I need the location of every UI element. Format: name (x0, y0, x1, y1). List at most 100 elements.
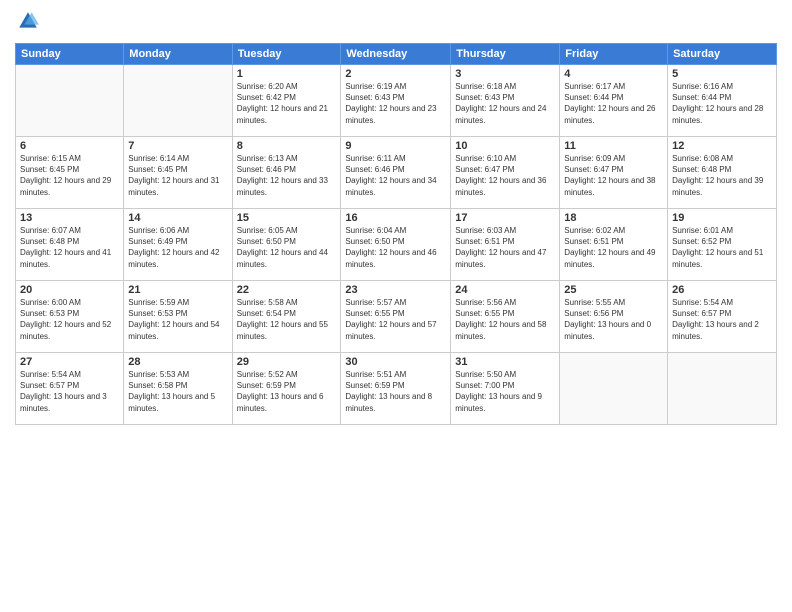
day-info: Sunrise: 6:04 AMSunset: 6:50 PMDaylight:… (345, 225, 446, 270)
calendar-cell: 21Sunrise: 5:59 AMSunset: 6:53 PMDayligh… (124, 281, 232, 353)
calendar-cell: 2Sunrise: 6:19 AMSunset: 6:43 PMDaylight… (341, 65, 451, 137)
day-info: Sunrise: 5:57 AMSunset: 6:55 PMDaylight:… (345, 297, 446, 342)
day-info: Sunrise: 5:59 AMSunset: 6:53 PMDaylight:… (128, 297, 227, 342)
day-info: Sunrise: 5:52 AMSunset: 6:59 PMDaylight:… (237, 369, 337, 414)
calendar-cell: 26Sunrise: 5:54 AMSunset: 6:57 PMDayligh… (668, 281, 777, 353)
day-info: Sunrise: 6:05 AMSunset: 6:50 PMDaylight:… (237, 225, 337, 270)
calendar-cell: 18Sunrise: 6:02 AMSunset: 6:51 PMDayligh… (560, 209, 668, 281)
calendar-cell: 16Sunrise: 6:04 AMSunset: 6:50 PMDayligh… (341, 209, 451, 281)
day-info: Sunrise: 5:58 AMSunset: 6:54 PMDaylight:… (237, 297, 337, 342)
day-number: 9 (345, 140, 446, 152)
calendar-cell: 29Sunrise: 5:52 AMSunset: 6:59 PMDayligh… (232, 353, 341, 425)
day-number: 12 (672, 140, 772, 152)
day-info: Sunrise: 5:50 AMSunset: 7:00 PMDaylight:… (455, 369, 555, 414)
day-info: Sunrise: 5:56 AMSunset: 6:55 PMDaylight:… (455, 297, 555, 342)
day-number: 29 (237, 356, 337, 368)
day-info: Sunrise: 6:13 AMSunset: 6:46 PMDaylight:… (237, 153, 337, 198)
calendar-table: SundayMondayTuesdayWednesdayThursdayFrid… (15, 43, 777, 425)
day-info: Sunrise: 6:08 AMSunset: 6:48 PMDaylight:… (672, 153, 772, 198)
calendar-cell (16, 65, 124, 137)
day-info: Sunrise: 6:14 AMSunset: 6:45 PMDaylight:… (128, 153, 227, 198)
day-number: 7 (128, 140, 227, 152)
calendar-cell: 23Sunrise: 5:57 AMSunset: 6:55 PMDayligh… (341, 281, 451, 353)
calendar-cell: 8Sunrise: 6:13 AMSunset: 6:46 PMDaylight… (232, 137, 341, 209)
calendar-week-row: 27Sunrise: 5:54 AMSunset: 6:57 PMDayligh… (16, 353, 777, 425)
weekday-header: Sunday (16, 44, 124, 65)
calendar-cell: 15Sunrise: 6:05 AMSunset: 6:50 PMDayligh… (232, 209, 341, 281)
day-number: 1 (237, 68, 337, 80)
page-header (15, 10, 777, 37)
calendar-cell: 31Sunrise: 5:50 AMSunset: 7:00 PMDayligh… (451, 353, 560, 425)
day-number: 19 (672, 212, 772, 224)
calendar-cell: 19Sunrise: 6:01 AMSunset: 6:52 PMDayligh… (668, 209, 777, 281)
calendar-cell: 11Sunrise: 6:09 AMSunset: 6:47 PMDayligh… (560, 137, 668, 209)
calendar-cell: 20Sunrise: 6:00 AMSunset: 6:53 PMDayligh… (16, 281, 124, 353)
day-info: Sunrise: 6:02 AMSunset: 6:51 PMDaylight:… (564, 225, 663, 270)
day-info: Sunrise: 5:54 AMSunset: 6:57 PMDaylight:… (672, 297, 772, 342)
day-number: 31 (455, 356, 555, 368)
day-number: 2 (345, 68, 446, 80)
weekday-header: Monday (124, 44, 232, 65)
calendar-cell: 17Sunrise: 6:03 AMSunset: 6:51 PMDayligh… (451, 209, 560, 281)
calendar-cell: 28Sunrise: 5:53 AMSunset: 6:58 PMDayligh… (124, 353, 232, 425)
weekday-header: Friday (560, 44, 668, 65)
calendar-cell: 12Sunrise: 6:08 AMSunset: 6:48 PMDayligh… (668, 137, 777, 209)
day-info: Sunrise: 5:54 AMSunset: 6:57 PMDaylight:… (20, 369, 119, 414)
calendar-cell (560, 353, 668, 425)
calendar-cell: 22Sunrise: 5:58 AMSunset: 6:54 PMDayligh… (232, 281, 341, 353)
day-number: 5 (672, 68, 772, 80)
calendar-week-row: 6Sunrise: 6:15 AMSunset: 6:45 PMDaylight… (16, 137, 777, 209)
day-number: 4 (564, 68, 663, 80)
day-number: 21 (128, 284, 227, 296)
calendar-cell: 10Sunrise: 6:10 AMSunset: 6:47 PMDayligh… (451, 137, 560, 209)
calendar-cell: 30Sunrise: 5:51 AMSunset: 6:59 PMDayligh… (341, 353, 451, 425)
day-number: 30 (345, 356, 446, 368)
calendar-cell: 4Sunrise: 6:17 AMSunset: 6:44 PMDaylight… (560, 65, 668, 137)
calendar-week-row: 1Sunrise: 6:20 AMSunset: 6:42 PMDaylight… (16, 65, 777, 137)
calendar-cell: 14Sunrise: 6:06 AMSunset: 6:49 PMDayligh… (124, 209, 232, 281)
day-number: 3 (455, 68, 555, 80)
day-info: Sunrise: 6:07 AMSunset: 6:48 PMDaylight:… (20, 225, 119, 270)
calendar-cell: 6Sunrise: 6:15 AMSunset: 6:45 PMDaylight… (16, 137, 124, 209)
calendar-cell (124, 65, 232, 137)
day-info: Sunrise: 6:03 AMSunset: 6:51 PMDaylight:… (455, 225, 555, 270)
calendar-cell: 5Sunrise: 6:16 AMSunset: 6:44 PMDaylight… (668, 65, 777, 137)
calendar-cell: 3Sunrise: 6:18 AMSunset: 6:43 PMDaylight… (451, 65, 560, 137)
day-number: 15 (237, 212, 337, 224)
calendar-cell: 25Sunrise: 5:55 AMSunset: 6:56 PMDayligh… (560, 281, 668, 353)
day-info: Sunrise: 6:16 AMSunset: 6:44 PMDaylight:… (672, 81, 772, 126)
weekday-header: Thursday (451, 44, 560, 65)
day-number: 20 (20, 284, 119, 296)
day-number: 14 (128, 212, 227, 224)
calendar-cell: 7Sunrise: 6:14 AMSunset: 6:45 PMDaylight… (124, 137, 232, 209)
day-number: 25 (564, 284, 663, 296)
calendar-cell: 24Sunrise: 5:56 AMSunset: 6:55 PMDayligh… (451, 281, 560, 353)
day-info: Sunrise: 6:20 AMSunset: 6:42 PMDaylight:… (237, 81, 337, 126)
day-number: 24 (455, 284, 555, 296)
logo (15, 10, 39, 37)
day-info: Sunrise: 6:10 AMSunset: 6:47 PMDaylight:… (455, 153, 555, 198)
calendar-cell (668, 353, 777, 425)
day-info: Sunrise: 6:01 AMSunset: 6:52 PMDaylight:… (672, 225, 772, 270)
calendar-week-row: 20Sunrise: 6:00 AMSunset: 6:53 PMDayligh… (16, 281, 777, 353)
day-number: 18 (564, 212, 663, 224)
day-info: Sunrise: 6:15 AMSunset: 6:45 PMDaylight:… (20, 153, 119, 198)
day-info: Sunrise: 5:55 AMSunset: 6:56 PMDaylight:… (564, 297, 663, 342)
day-info: Sunrise: 6:11 AMSunset: 6:46 PMDaylight:… (345, 153, 446, 198)
calendar-week-row: 13Sunrise: 6:07 AMSunset: 6:48 PMDayligh… (16, 209, 777, 281)
day-number: 6 (20, 140, 119, 152)
calendar-cell: 1Sunrise: 6:20 AMSunset: 6:42 PMDaylight… (232, 65, 341, 137)
calendar-cell: 27Sunrise: 5:54 AMSunset: 6:57 PMDayligh… (16, 353, 124, 425)
day-number: 8 (237, 140, 337, 152)
logo-icon (17, 10, 39, 32)
calendar-cell: 13Sunrise: 6:07 AMSunset: 6:48 PMDayligh… (16, 209, 124, 281)
day-info: Sunrise: 6:06 AMSunset: 6:49 PMDaylight:… (128, 225, 227, 270)
calendar-cell: 9Sunrise: 6:11 AMSunset: 6:46 PMDaylight… (341, 137, 451, 209)
day-number: 28 (128, 356, 227, 368)
day-number: 17 (455, 212, 555, 224)
day-number: 13 (20, 212, 119, 224)
day-info: Sunrise: 6:19 AMSunset: 6:43 PMDaylight:… (345, 81, 446, 126)
day-number: 27 (20, 356, 119, 368)
day-number: 11 (564, 140, 663, 152)
day-number: 22 (237, 284, 337, 296)
